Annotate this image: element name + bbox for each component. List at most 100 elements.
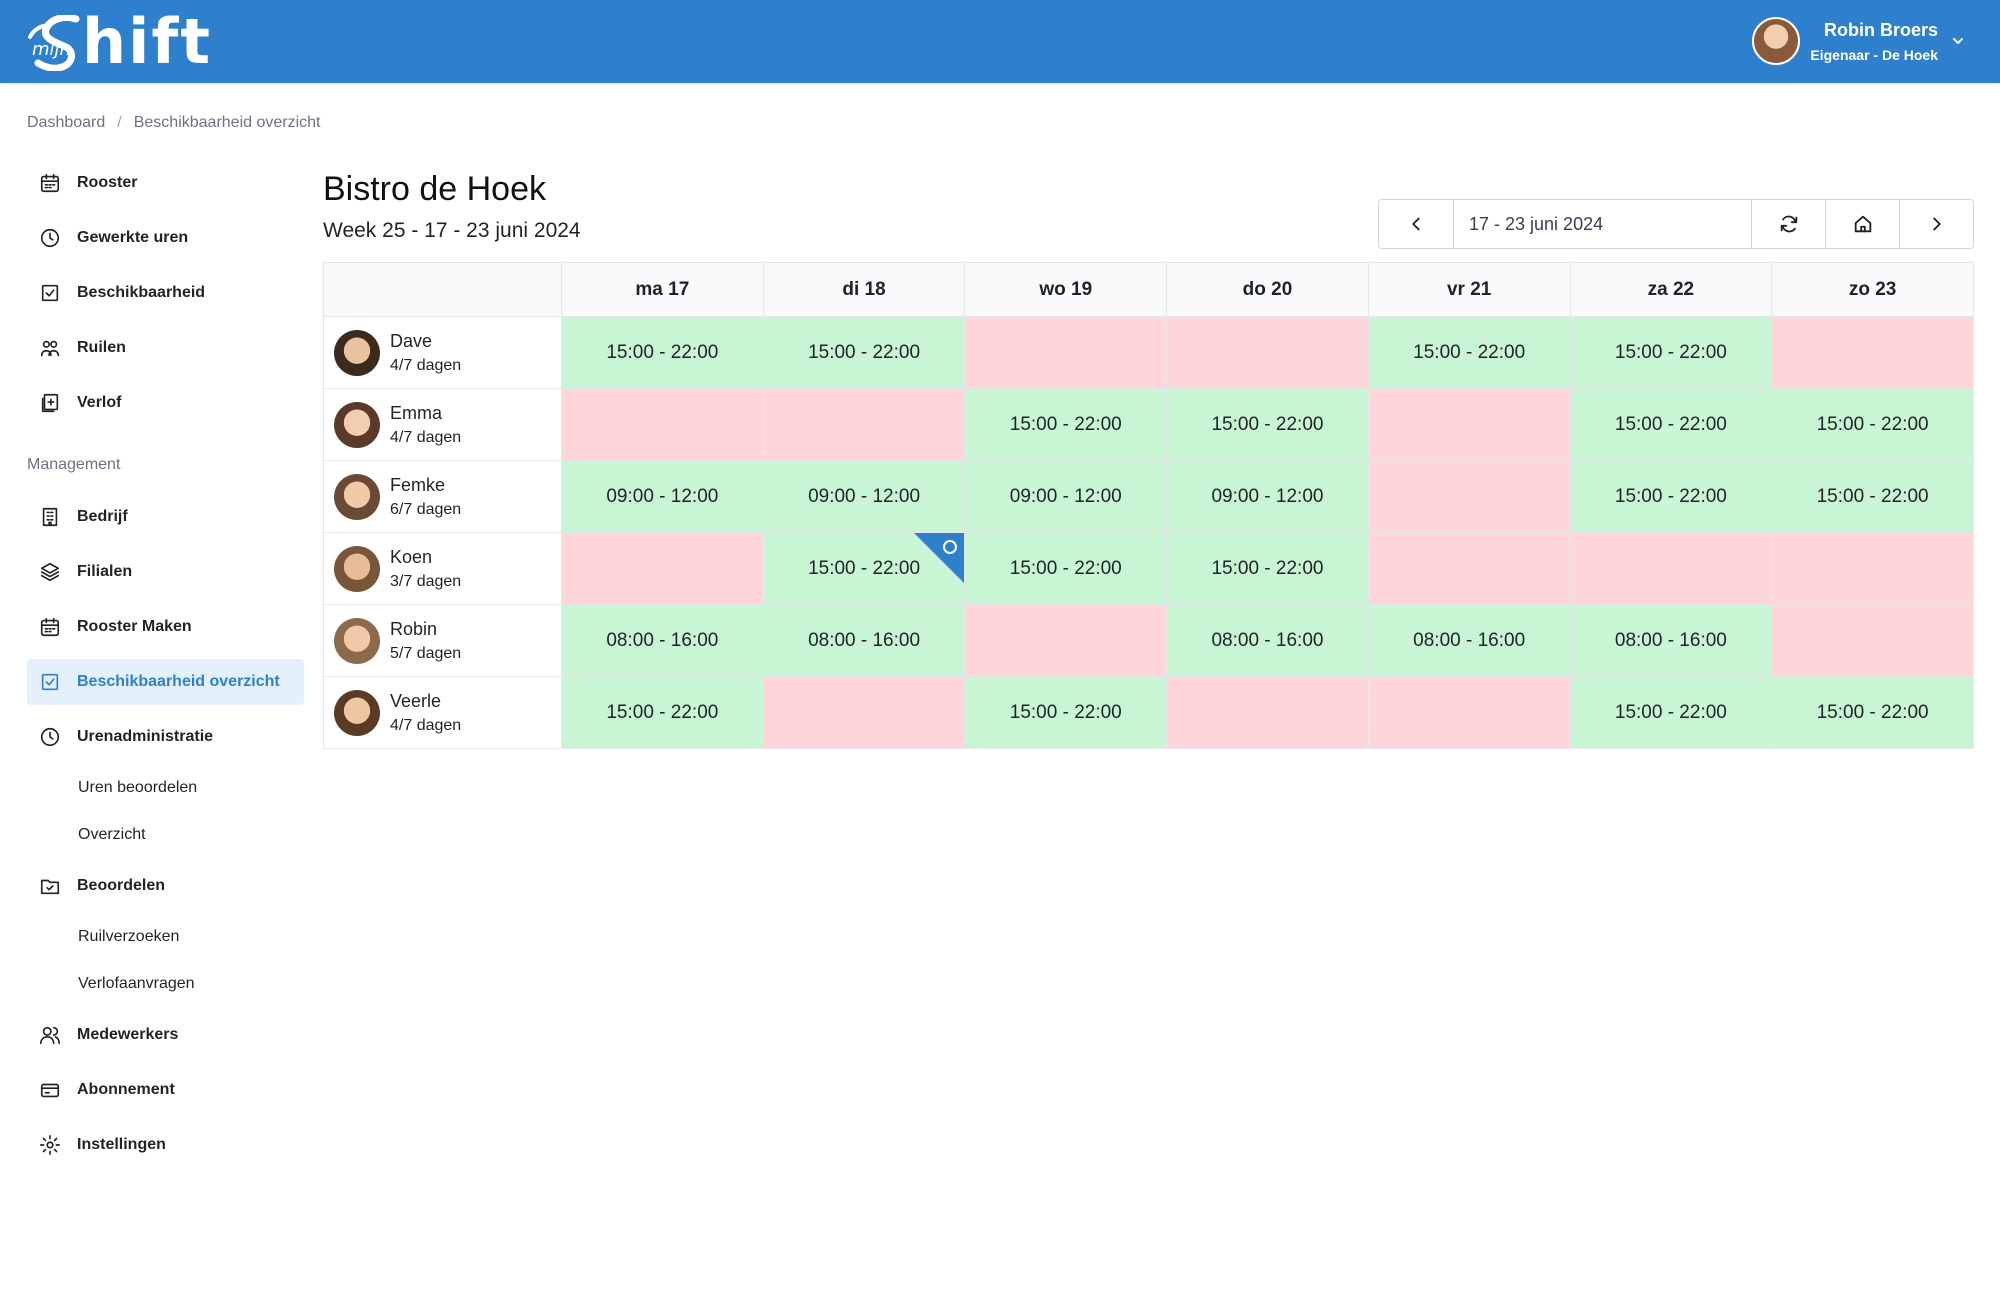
availability-cell-available[interactable]: 08:00 - 16:00 — [1367, 604, 1571, 677]
sidebar-item-bedrijf[interactable]: Bedrijf — [27, 494, 304, 540]
avatar — [334, 617, 380, 664]
availability-cell-available[interactable]: 15:00 - 22:00 — [1367, 316, 1571, 389]
sidebar-item-beschikbaarheid-overzicht[interactable]: Beschikbaarheid overzicht — [27, 659, 304, 705]
sidebar-subitem-verlofaanvragen[interactable]: Verlofaanvragen — [27, 965, 304, 1003]
employee-cell[interactable]: Robin 5/7 dagen — [323, 604, 562, 677]
availability-cell-available[interactable]: 09:00 - 12:00 — [1166, 460, 1369, 533]
sidebar-subitem-ruilverzoeken[interactable]: Ruilverzoeken — [27, 918, 304, 956]
availability-cell-available[interactable]: 15:00 - 22:00 — [561, 676, 764, 749]
refresh-button[interactable] — [1751, 200, 1825, 248]
employee-days-count: 6/7 dagen — [390, 500, 462, 518]
column-header-employee — [323, 262, 562, 317]
sidebar-item-medewerkers[interactable]: Medewerkers — [27, 1012, 304, 1058]
availability-cell-unavailable[interactable] — [1367, 388, 1571, 461]
sidebar-item-label: Medewerkers — [77, 1026, 179, 1043]
sidebar-item-label: Verlof — [77, 394, 122, 411]
availability-cell-unavailable[interactable] — [1771, 532, 1974, 605]
column-header-day: zo 23 — [1771, 262, 1974, 317]
availability-cell-unavailable[interactable] — [1569, 532, 1773, 605]
availability-cell-available[interactable]: 08:00 - 16:00 — [1166, 604, 1369, 677]
availability-cell-available[interactable]: 15:00 - 22:00 — [1569, 388, 1773, 461]
availability-cell-available[interactable]: 15:00 - 22:00 — [561, 316, 764, 389]
employee-name: Veerle — [390, 690, 442, 711]
employee-cell[interactable]: Koen 3/7 dagen — [323, 532, 562, 605]
availability-cell-available[interactable]: 15:00 - 22:00 — [1569, 676, 1773, 749]
availability-cell-available[interactable]: 15:00 - 22:00 — [1771, 388, 1974, 461]
employee-cell[interactable]: Femke 6/7 dagen — [323, 460, 562, 533]
sidebar-item-rooster-maken[interactable]: Rooster Maken — [27, 604, 304, 650]
employee-cell[interactable]: Dave 4/7 dagen — [323, 316, 562, 389]
section-label-management: Management — [27, 456, 121, 473]
availability-cell-available[interactable]: 08:00 - 16:00 — [561, 604, 764, 677]
availability-cell-unavailable[interactable] — [1771, 316, 1974, 389]
availability-cell-unavailable[interactable] — [1771, 604, 1974, 677]
availability-cell-available[interactable]: 15:00 - 22:00 — [1166, 388, 1369, 461]
availability-cell-unavailable[interactable] — [1367, 532, 1571, 605]
sidebar-item-gewerkte-uren[interactable]: Gewerkte uren — [27, 215, 304, 261]
availability-cell-unavailable[interactable] — [762, 676, 966, 749]
avatar — [334, 473, 380, 520]
date-range-field[interactable]: 17 - 23 juni 2024 — [1453, 200, 1751, 248]
sidebar-item-beoordelen[interactable]: Beoordelen — [27, 863, 304, 909]
availability-cell-available[interactable]: 15:00 - 22:00 — [1166, 532, 1369, 605]
sidebar-item-urenadministratie[interactable]: Urenadministratie — [27, 714, 304, 760]
next-week-button[interactable] — [1899, 200, 1973, 248]
chevron-down-icon[interactable] — [1952, 35, 1964, 47]
check-square-icon — [41, 673, 59, 691]
availability-cell-available[interactable]: 09:00 - 12:00 — [561, 460, 764, 533]
users-icon — [40, 1026, 60, 1045]
sidebar-item-verlof[interactable]: Verlof — [27, 380, 304, 426]
sidebar-item-rooster[interactable]: Rooster — [27, 160, 304, 206]
top-bar: mijn hift Robin Broers Eigenaar - De Hoe… — [0, 0, 2000, 83]
availability-cell-available[interactable]: 15:00 - 22:00 — [762, 316, 966, 389]
breadcrumb-dashboard[interactable]: Dashboard — [27, 114, 105, 132]
employee-days-count: 3/7 dagen — [390, 572, 462, 590]
user-menu[interactable]: Robin Broers Eigenaar - De Hoek — [1752, 14, 1964, 68]
availability-cell-available[interactable]: 08:00 - 16:00 — [762, 604, 966, 677]
sidebar-item-instellingen[interactable]: Instellingen — [27, 1122, 304, 1168]
sidebar-subitem-overzicht[interactable]: Overzicht — [27, 816, 304, 854]
sidebar-item-label: Rooster Maken — [77, 618, 192, 635]
employee-cell[interactable]: Emma 4/7 dagen — [323, 388, 562, 461]
sidebar-item-beschikbaarheid[interactable]: Beschikbaarheid — [27, 270, 304, 316]
employee-cell[interactable]: Veerle 4/7 dagen — [323, 676, 562, 749]
availability-cell-unavailable[interactable] — [964, 604, 1168, 677]
comment-flag-icon[interactable] — [914, 533, 965, 583]
availability-cell-available[interactable]: 15:00 - 22:00 — [1771, 676, 1974, 749]
availability-table: ma 17 di 18 wo 19 do 20 vr 21 za 22 zo 2… — [323, 262, 1974, 749]
availability-cell-unavailable[interactable] — [1166, 316, 1369, 389]
app-logo[interactable]: mijn hift — [24, 6, 212, 78]
building-icon — [42, 507, 58, 527]
availability-cell-unavailable[interactable] — [1367, 460, 1571, 533]
sidebar-item-ruilen[interactable]: Ruilen — [27, 325, 304, 371]
check-square-icon — [41, 284, 59, 302]
sidebar-item-abonnement[interactable]: Abonnement — [27, 1067, 304, 1113]
page-subtitle: Week 25 - 17 - 23 juni 2024 — [323, 219, 581, 242]
availability-cell-unavailable[interactable] — [762, 388, 966, 461]
availability-cell-available[interactable]: 15:00 - 22:00 — [1569, 460, 1773, 533]
sidebar-subitem-uren-beoordelen[interactable]: Uren beoordelen — [27, 769, 304, 807]
availability-cell-unavailable[interactable] — [1166, 676, 1369, 749]
sidebar-item-filialen[interactable]: Filialen — [27, 549, 304, 595]
availability-cell-available[interactable]: 15:00 - 22:00 — [964, 676, 1168, 749]
availability-cell-available[interactable]: 09:00 - 12:00 — [964, 460, 1168, 533]
availability-cell-available[interactable]: 15:00 - 22:00 — [1771, 460, 1974, 533]
availability-cell-available[interactable]: 09:00 - 12:00 — [762, 460, 966, 533]
current-week-button[interactable] — [1825, 200, 1899, 248]
availability-cell-available[interactable]: 15:00 - 22:00 — [964, 532, 1168, 605]
user-name: Robin Broers — [1823, 19, 1938, 40]
availability-cell-available[interactable]: 08:00 - 16:00 — [1569, 604, 1773, 677]
availability-cell-available[interactable]: 15:00 - 22:00 — [1569, 316, 1773, 389]
chevron-right-icon — [1932, 217, 1941, 231]
column-header-day: za 22 — [1569, 262, 1773, 317]
availability-cell-unavailable[interactable] — [561, 388, 764, 461]
previous-week-button[interactable] — [1379, 200, 1453, 248]
availability-cell-available[interactable]: 15:00 - 22:00 — [762, 532, 966, 605]
availability-cell-unavailable[interactable] — [1367, 676, 1571, 749]
availability-cell-available[interactable]: 15:00 - 22:00 — [964, 388, 1168, 461]
table-row: Femke 6/7 dagen 09:00 - 12:00 09:00 - 12:00… — [323, 460, 1974, 533]
employee-name: Femke — [390, 474, 446, 495]
availability-cell-unavailable[interactable] — [561, 532, 764, 605]
employee-name: Dave — [390, 330, 433, 351]
availability-cell-unavailable[interactable] — [964, 316, 1168, 389]
